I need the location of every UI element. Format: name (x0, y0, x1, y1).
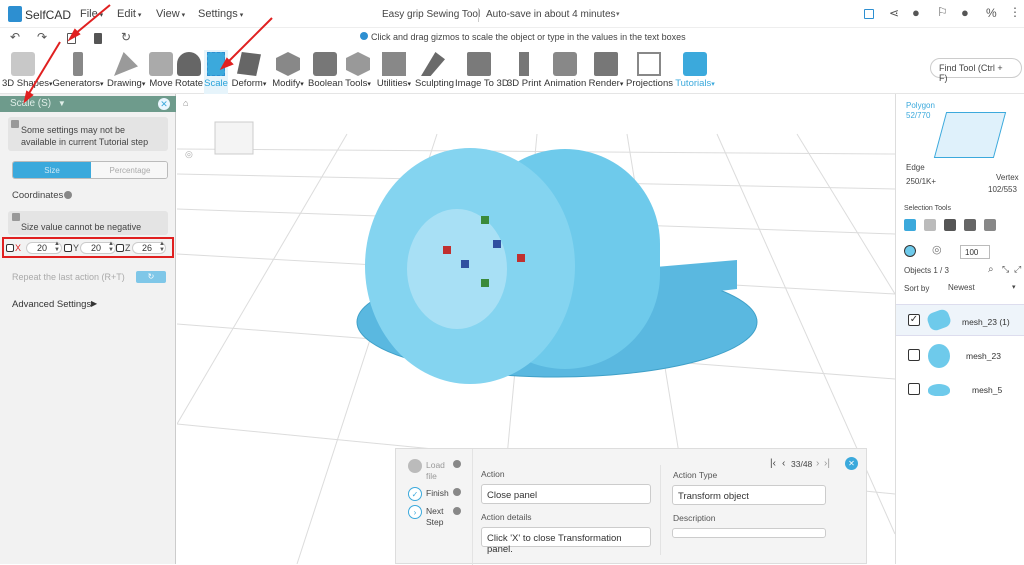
annotation-arrows (23, 4, 273, 104)
annotation-overlay (23, 4, 273, 104)
